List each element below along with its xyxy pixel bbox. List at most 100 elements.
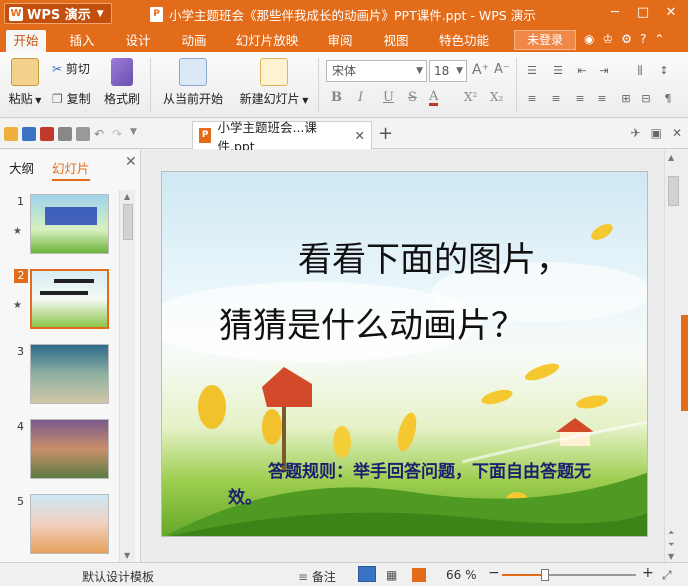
scroll-up-icon[interactable]: ▲ — [668, 153, 674, 162]
paste-button[interactable]: 粘贴 ▼ — [8, 58, 42, 107]
distribute-icon[interactable]: ⊞ — [618, 92, 634, 106]
fit-window-icon[interactable]: ⤢ — [662, 568, 672, 583]
slide-rule-text[interactable]: 答题规则：举手回答问题，下面自由答题无效。 — [228, 459, 608, 511]
close-icon[interactable]: ✕ — [658, 3, 684, 23]
column-icon[interactable]: ⊟ — [638, 92, 654, 106]
superscript-icon[interactable]: X² — [464, 90, 477, 104]
zoom-level[interactable]: 66 % — [446, 568, 477, 582]
copy-button[interactable]: ❐ 复制 — [52, 90, 91, 107]
align-left-icon[interactable]: ≡ — [524, 92, 540, 106]
collapse-ribbon-icon[interactable]: ⌃ — [654, 32, 664, 46]
design-template-label[interactable]: 默认设计模板 — [82, 568, 154, 585]
new-slide-button[interactable]: 新建幻灯片 ▼ — [238, 58, 310, 107]
prev-slide-icon[interactable]: ⏶ — [668, 528, 674, 538]
numbering-icon[interactable]: ☰ — [550, 64, 566, 78]
slide-thumbnail[interactable] — [30, 494, 109, 554]
tab-outline[interactable]: 大纲 — [9, 158, 34, 177]
underline-icon[interactable]: U — [383, 90, 394, 105]
tab-home[interactable]: 开始 — [6, 30, 46, 52]
scroll-down-icon[interactable]: ▼ — [668, 552, 674, 561]
slide-heading-line2[interactable]: 猜猜是什么动画片？ — [219, 298, 525, 347]
zoom-slider-handle[interactable] — [540, 569, 549, 581]
slide-heading-line1[interactable]: 看看下面的图片， — [298, 232, 570, 281]
align-center-icon[interactable]: ≡ — [548, 92, 564, 106]
restore-icon[interactable]: ▣ — [651, 126, 662, 140]
tab-review[interactable]: 审阅 — [320, 30, 360, 52]
save-icon[interactable] — [22, 127, 36, 141]
current-slide[interactable]: 看看下面的图片， 猜猜是什么动画片？ 答题规则：举手回答问题，下面自由答题无效。 — [161, 171, 648, 537]
next-slide-icon[interactable]: ⏷ — [668, 540, 674, 550]
justify-icon[interactable]: ≡ — [594, 92, 610, 106]
text-direction-icon[interactable]: ⫼ — [632, 64, 648, 78]
shrink-font-icon[interactable]: A⁻ — [494, 62, 510, 77]
cut-button[interactable]: ✂ 剪切 — [52, 60, 90, 77]
tab-animation[interactable]: 动画 — [174, 30, 214, 52]
scroll-up-icon[interactable]: ▲ — [124, 192, 130, 201]
maximize-icon[interactable]: □ — [630, 3, 656, 23]
scroll-down-icon[interactable]: ▼ — [124, 551, 130, 560]
strikethrough-icon[interactable]: S — [408, 90, 417, 105]
print-preview-icon[interactable] — [76, 127, 90, 141]
decrease-indent-icon[interactable]: ⇤ — [574, 64, 590, 78]
undo-icon[interactable]: ↶ — [94, 127, 108, 141]
pin-icon[interactable]: ✈ — [631, 126, 641, 140]
share-icon[interactable]: ⚙ — [621, 32, 632, 46]
grow-font-icon[interactable]: A⁺ — [472, 62, 489, 78]
export-pdf-icon[interactable] — [40, 127, 54, 141]
slide-sorter-icon[interactable]: ▦ — [386, 568, 397, 582]
open-folder-icon[interactable] — [4, 127, 18, 141]
normal-view-icon[interactable] — [358, 566, 376, 582]
format-painter-label: 格式刷 — [103, 92, 140, 106]
line-spacing-icon[interactable]: ↕ — [656, 64, 672, 78]
presentation-file-icon: P — [199, 128, 212, 143]
app-menu-button[interactable]: W WPS 演示 ▼ — [4, 3, 112, 24]
scroll-thumb[interactable] — [668, 176, 679, 206]
slide-thumbnail[interactable] — [30, 419, 109, 479]
tab-slideshow[interactable]: 幻灯片放映 — [230, 30, 304, 52]
tab-special[interactable]: 特色功能 — [432, 30, 496, 52]
font-name-select[interactable]: 宋体 ▼ — [326, 60, 427, 82]
from-current-button[interactable]: 从当前开始 — [158, 58, 228, 107]
paragraph-icon[interactable]: ¶ — [660, 92, 676, 106]
slideshow-view-icon[interactable] — [412, 568, 426, 582]
slide-thumbnail[interactable] — [30, 194, 109, 254]
panel-scrollbar[interactable]: ▲ ▼ — [119, 190, 135, 562]
zoom-in-icon[interactable]: + — [642, 565, 654, 581]
format-painter-button[interactable]: 格式刷 — [102, 58, 142, 107]
close-tab-icon[interactable]: ✕ — [355, 128, 365, 143]
increase-indent-icon[interactable]: ⇥ — [596, 64, 612, 78]
redo-icon[interactable]: ↷ — [112, 127, 126, 141]
minimize-icon[interactable]: ─ — [602, 3, 628, 23]
chevron-down-icon[interactable]: ▼ — [130, 127, 144, 141]
tab-design[interactable]: 设计 — [118, 30, 158, 52]
slide-thumbnail[interactable] — [30, 344, 109, 404]
bold-icon[interactable]: B — [331, 90, 342, 105]
notes-button[interactable]: ≡ 备注 — [298, 568, 336, 585]
close-doc-icon[interactable]: ✕ — [672, 126, 682, 140]
scroll-thumb[interactable] — [123, 204, 133, 240]
login-button[interactable]: 未登录 — [514, 30, 576, 50]
font-size-select[interactable]: 18 ▼ — [429, 60, 467, 82]
app-name: WPS 演示 — [27, 8, 91, 23]
zoom-slider[interactable] — [502, 569, 636, 581]
chevron-down-icon: ▼ — [96, 8, 104, 19]
tab-insert[interactable]: 插入 — [62, 30, 102, 52]
help-icon[interactable]: ? — [640, 32, 646, 46]
canvas-scrollbar[interactable]: ▲ ⏶ ⏷ ▼ — [664, 150, 681, 562]
shirt-icon[interactable]: ♔ — [602, 32, 613, 46]
tab-view[interactable]: 视图 — [376, 30, 416, 52]
align-right-icon[interactable]: ≡ — [572, 92, 588, 106]
subscript-icon[interactable]: X₂ — [490, 90, 503, 104]
close-panel-icon[interactable]: ✕ — [125, 154, 137, 170]
italic-icon[interactable]: I — [358, 90, 363, 105]
bullets-icon[interactable]: ☰ — [524, 64, 540, 78]
slide-thumbnail-selected[interactable] — [30, 269, 109, 329]
font-color-icon[interactable]: A — [429, 90, 439, 106]
side-accent-tab[interactable] — [681, 315, 688, 411]
zoom-out-icon[interactable]: − — [488, 565, 500, 581]
tab-slides[interactable]: 幻灯片 — [52, 158, 90, 181]
document-tab[interactable]: P 小学主题班会...课件.ppt ✕ — [192, 120, 372, 154]
new-tab-icon[interactable]: + — [378, 123, 393, 144]
print-icon[interactable] — [58, 127, 72, 141]
skin-icon[interactable]: ◉ — [584, 32, 594, 46]
